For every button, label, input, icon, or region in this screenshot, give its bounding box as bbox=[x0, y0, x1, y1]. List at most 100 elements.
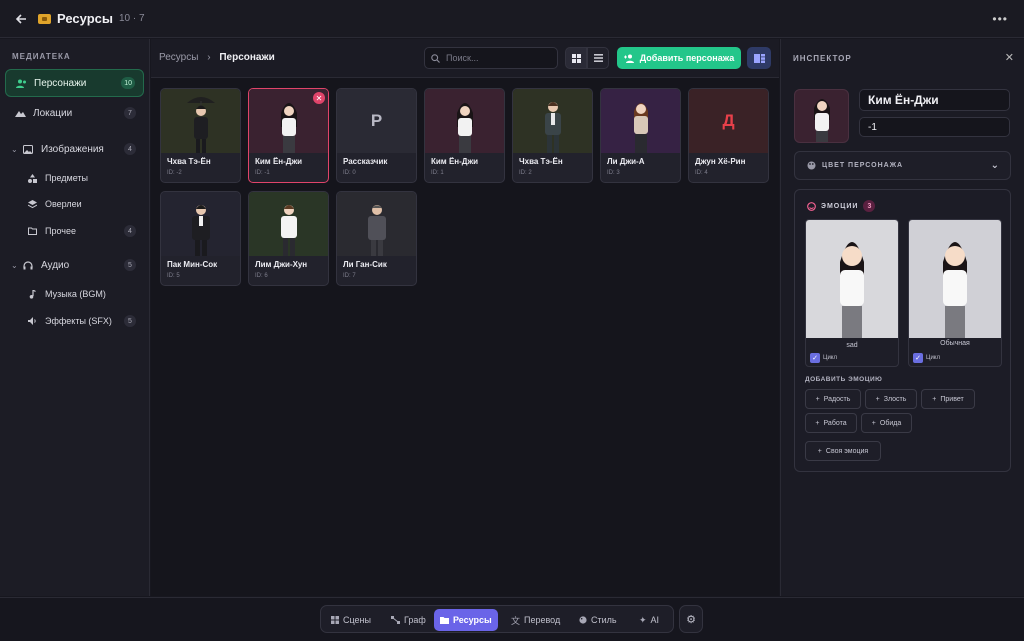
character-name: Лим Джи-Хун bbox=[255, 260, 308, 269]
add-custom-emotion-button[interactable]: + Своя эмоция bbox=[805, 441, 881, 461]
tab-style[interactable]: Стиль bbox=[573, 609, 623, 631]
add-emotion-work-button[interactable]: + Работа bbox=[805, 413, 857, 433]
headphones-icon bbox=[21, 260, 35, 270]
page-title: Ресурсы bbox=[57, 11, 113, 26]
count-badge: 5 bbox=[124, 315, 136, 327]
character-card-selected[interactable]: ✕ Ким Ён-Джи ID: -1 bbox=[248, 88, 329, 183]
music-note-icon bbox=[25, 289, 39, 299]
tab-resources[interactable]: Ресурсы bbox=[434, 609, 498, 631]
character-card[interactable]: Ли Джи-А ID: 3 bbox=[600, 88, 681, 183]
list-icon bbox=[593, 54, 603, 62]
sidebar-item-overlays[interactable]: Оверлеи bbox=[5, 190, 144, 218]
character-card[interactable]: Лим Джи-Хун ID: 6 bbox=[248, 191, 329, 286]
emotion-name: Обычная bbox=[940, 340, 970, 347]
character-card[interactable]: Ли Ган-Сик ID: 7 bbox=[336, 191, 417, 286]
breadcrumb-root[interactable]: Ресурсы bbox=[159, 52, 198, 63]
list-view-button[interactable] bbox=[587, 47, 609, 69]
add-character-button[interactable]: Добавить персонажа bbox=[617, 47, 741, 69]
count-badge: 5 bbox=[124, 259, 136, 271]
sidebar-item-label: Изображения bbox=[41, 143, 104, 155]
inspector-toggle-button[interactable] bbox=[747, 47, 771, 69]
chip-label: Радость bbox=[823, 395, 851, 403]
back-arrow-icon[interactable] bbox=[14, 12, 28, 26]
breadcrumb-current: Персонажи bbox=[219, 52, 275, 63]
sidebar-section-title: МЕДИАТЕКА bbox=[12, 52, 71, 61]
sparkle-icon: ✦ bbox=[639, 614, 647, 625]
character-card[interactable]: Пак Мин-Сок ID: 5 bbox=[160, 191, 241, 286]
character-thumbnail bbox=[161, 89, 240, 153]
sidebar-item-sfx[interactable]: Эффекты (SFX) 5 bbox=[5, 307, 144, 335]
plus-icon: + bbox=[932, 395, 937, 403]
add-emotion-anger-button[interactable]: + Злость bbox=[865, 389, 917, 409]
character-initial: Р bbox=[370, 111, 383, 130]
character-name: Ли Джи-А bbox=[607, 157, 645, 166]
loop-label: Цикл bbox=[926, 355, 940, 361]
sidebar-item-props[interactable]: Предметы bbox=[5, 164, 144, 192]
character-name: Пак Мин-Сок bbox=[167, 260, 218, 269]
delete-character-icon[interactable]: ✕ bbox=[313, 92, 325, 104]
grid-view-button[interactable] bbox=[565, 47, 587, 69]
sidebar-item-audio[interactable]: ⌄ Аудио 5 bbox=[5, 251, 144, 279]
emotion-icon bbox=[807, 201, 816, 211]
shapes-icon bbox=[25, 173, 39, 183]
character-card[interactable]: Чхва Тэ-Ён ID: 2 bbox=[512, 88, 593, 183]
character-thumbnail bbox=[601, 89, 680, 153]
add-emotion-label: ДОБАВИТЬ ЭМОЦИЮ bbox=[805, 376, 883, 383]
sidebar-item-label: Прочее bbox=[45, 226, 76, 236]
character-thumbnail bbox=[425, 89, 504, 153]
loop-label: Цикл bbox=[823, 355, 837, 361]
tab-label: Граф bbox=[404, 615, 426, 625]
more-menu-icon[interactable]: ••• bbox=[992, 12, 1008, 26]
character-card[interactable]: Чхва Тэ-Ён ID: -2 bbox=[160, 88, 241, 183]
emotion-card[interactable]: Обычная ✓ Цикл bbox=[908, 219, 1002, 367]
character-thumbnail bbox=[337, 192, 416, 256]
character-avatar[interactable] bbox=[794, 89, 849, 143]
sidebar-item-label: Музыка (BGM) bbox=[45, 289, 106, 299]
tab-scenes[interactable]: Сцены bbox=[325, 609, 377, 631]
add-emotion-offense-button[interactable]: + Обида bbox=[861, 413, 912, 433]
folder-outline-icon bbox=[25, 227, 39, 235]
add-character-label: Добавить персонажа bbox=[639, 53, 735, 63]
settings-gear-icon[interactable]: ⚙ bbox=[679, 605, 703, 633]
chip-label: Работа bbox=[823, 419, 847, 427]
character-card[interactable]: Ким Ён-Джи ID: 1 bbox=[424, 88, 505, 183]
character-color-dropdown[interactable]: ЦВЕТ ПЕРСОНАЖА ⌄ bbox=[794, 151, 1011, 180]
character-thumbnail bbox=[161, 192, 240, 256]
translate-icon: 文 bbox=[511, 615, 521, 626]
emotion-name: sad bbox=[846, 342, 858, 349]
chevron-down-icon[interactable]: ⌄ bbox=[11, 145, 21, 154]
close-icon[interactable]: ✕ bbox=[1005, 51, 1014, 64]
sidebar-item-music[interactable]: Музыка (BGM) bbox=[5, 280, 144, 308]
sidebar-item-locations[interactable]: Локации 7 bbox=[5, 99, 144, 127]
tab-label: AI bbox=[650, 615, 660, 625]
sidebar-item-label: Эффекты (SFX) bbox=[45, 316, 112, 326]
character-id-input[interactable]: -1 bbox=[859, 117, 1010, 137]
tab-label: Сцены bbox=[343, 615, 371, 625]
search-input[interactable]: Поиск... bbox=[424, 47, 558, 69]
character-name-input[interactable]: Ким Ён-Джи bbox=[859, 89, 1010, 111]
loop-checkbox[interactable]: ✓ Цикл bbox=[810, 353, 837, 363]
chevron-down-icon: ⌄ bbox=[990, 160, 1000, 171]
emotion-card[interactable]: sad ✓ Цикл bbox=[805, 219, 899, 367]
chevron-down-icon[interactable]: ⌄ bbox=[11, 261, 21, 270]
sidebar-item-characters[interactable]: Персонажи 10 bbox=[5, 69, 144, 97]
add-emotion-joy-button[interactable]: + Радость bbox=[805, 389, 861, 409]
character-id: ID: -1 bbox=[255, 170, 270, 176]
sidebar-item-label: Персонажи bbox=[34, 77, 87, 89]
sidebar-item-images[interactable]: ⌄ Изображения 4 bbox=[5, 135, 144, 163]
inspector-panel: ИНСПЕКТОР ✕ Ким Ён-Джи -1 ЦВЕТ ПЕРСОНАЖА… bbox=[780, 39, 1024, 596]
emotions-label: ЭМОЦИИ bbox=[821, 202, 859, 210]
emotions-count-badge: 3 bbox=[863, 200, 876, 212]
character-color-label: ЦВЕТ ПЕРСОНАЖА bbox=[822, 162, 904, 169]
emotion-sprite bbox=[806, 220, 898, 338]
character-card[interactable]: Р Рассказчик ID: 0 bbox=[336, 88, 417, 183]
tab-translation[interactable]: 文 Перевод bbox=[505, 609, 566, 631]
character-id: ID: 3 bbox=[607, 170, 620, 176]
sidebar-item-other[interactable]: Прочее 4 bbox=[5, 217, 144, 245]
character-id: ID: 2 bbox=[519, 170, 532, 176]
tab-graph[interactable]: Граф bbox=[385, 609, 432, 631]
add-emotion-hello-button[interactable]: + Привет bbox=[921, 389, 975, 409]
character-card[interactable]: Д Джун Хё-Рин ID: 4 bbox=[688, 88, 769, 183]
loop-checkbox[interactable]: ✓ Цикл bbox=[913, 353, 940, 363]
tab-ai[interactable]: ✦ AI bbox=[633, 609, 665, 631]
